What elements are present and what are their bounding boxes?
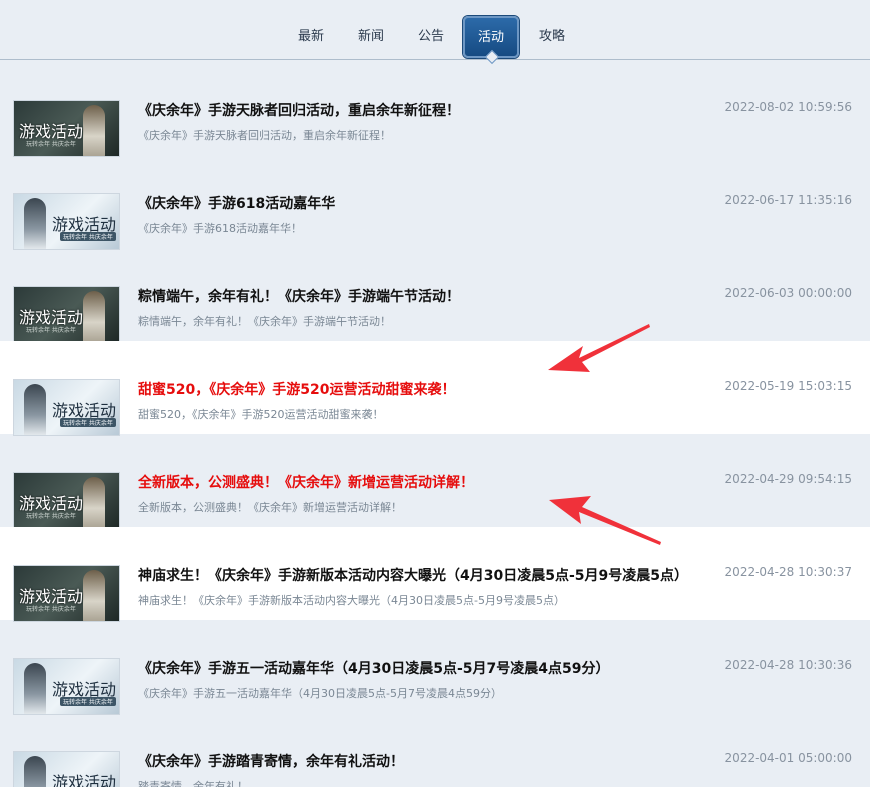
article-summary: 神庙求生！《庆余年》手游新版本活动内容大曝光（4月30日凌晨5点-5月9号凌晨5… (138, 594, 565, 607)
article-title[interactable]: 粽情端午，余年有礼！《庆余年》手游端午节活动！ (138, 286, 730, 306)
character-figure-icon (24, 756, 46, 787)
thumbnail-subtitle: 玩转余年 共庆余年 (26, 327, 76, 334)
thumbnail-title: 游戏活动 (52, 773, 117, 787)
article-thumbnail[interactable]: 游戏活动 玩转余年 共庆余年 (13, 100, 120, 157)
article-date: 2022-06-03 00:00:00 (724, 286, 852, 300)
character-figure-icon (83, 105, 105, 156)
thumbnail-subtitle: 玩转余年 共庆余年 (60, 232, 116, 241)
article-date: 2022-05-19 15:03:15 (724, 379, 852, 393)
article-thumbnail[interactable]: 游戏活动 玩转余年 共庆余年 (13, 379, 120, 436)
article-title[interactable]: 全新版本，公测盛典！《庆余年》新增运营活动详解！ (138, 472, 730, 492)
article-title[interactable]: 神庙求生！《庆余年》手游新版本活动内容大曝光（4月30日凌晨5点-5月9号凌晨5… (138, 565, 730, 585)
article-date: 2022-04-01 05:00:00 (724, 751, 852, 765)
thumbnail-subtitle: 玩转余年 共庆余年 (26, 141, 76, 148)
article-summary: 全新版本，公测盛典！《庆余年》新增运营活动详解！ (138, 501, 402, 514)
character-figure-icon (83, 477, 105, 528)
article-date: 2022-06-17 11:35:16 (724, 193, 852, 207)
article-title[interactable]: 《庆余年》手游618活动嘉年华 (138, 193, 730, 213)
article-thumbnail[interactable]: 游戏活动 玩转余年 共庆余年 (13, 751, 120, 787)
thumbnail-subtitle: 玩转余年 共庆余年 (60, 418, 116, 427)
article-row[interactable]: 游戏活动 玩转余年 共庆余年 《庆余年》手游五一活动嘉年华（4月30日凌晨5点-… (0, 620, 870, 715)
article-list: 游戏活动 玩转余年 共庆余年 《庆余年》手游天脉者回归活动，重启余年新征程！ 《… (0, 62, 870, 787)
article-date: 2022-08-02 10:59:56 (724, 100, 852, 114)
tab-news[interactable]: 新闻 (358, 17, 384, 57)
article-row[interactable]: 游戏活动 玩转余年 共庆余年 《庆余年》手游天脉者回归活动，重启余年新征程！ 《… (0, 62, 870, 157)
article-title[interactable]: 《庆余年》手游踏青寄情，余年有礼活动！ (138, 751, 730, 771)
thumbnail-subtitle: 玩转余年 共庆余年 (26, 606, 76, 613)
character-figure-icon (83, 570, 105, 621)
category-tab-bar: 最新 新闻 公告 活动 攻略 (0, 0, 870, 60)
article-row-highlighted[interactable]: 游戏活动 玩转余年 共庆余年 甜蜜520，《庆余年》手游520运营活动甜蜜来袭！… (0, 341, 870, 436)
article-thumbnail[interactable]: 游戏活动 玩转余年 共庆余年 (13, 193, 120, 250)
article-row[interactable]: 游戏活动 玩转余年 共庆余年 粽情端午，余年有礼！《庆余年》手游端午节活动！ 粽… (0, 248, 870, 343)
article-summary: 甜蜜520，《庆余年》手游520运营活动甜蜜来袭！ (138, 408, 384, 421)
character-figure-icon (24, 384, 46, 435)
tab-latest[interactable]: 最新 (298, 17, 324, 57)
article-row[interactable]: 游戏活动 玩转余年 共庆余年 《庆余年》手游踏青寄情，余年有礼活动！ 踏青寄情，… (0, 713, 870, 787)
character-figure-icon (24, 198, 46, 249)
character-figure-icon (83, 291, 105, 342)
article-row[interactable]: 游戏活动 玩转余年 共庆余年 《庆余年》手游618活动嘉年华 《庆余年》手游61… (0, 155, 870, 250)
character-figure-icon (24, 663, 46, 714)
article-date: 2022-04-28 10:30:36 (724, 658, 852, 672)
article-thumbnail[interactable]: 游戏活动 玩转余年 共庆余年 (13, 286, 120, 343)
thumbnail-subtitle: 玩转余年 共庆余年 (26, 513, 76, 520)
article-date: 2022-04-29 09:54:15 (724, 472, 852, 486)
article-date: 2022-04-28 10:30:37 (724, 565, 852, 579)
article-row[interactable]: 游戏活动 玩转余年 共庆余年 神庙求生！《庆余年》手游新版本活动内容大曝光（4月… (0, 527, 870, 622)
article-summary: 《庆余年》手游天脉者回归活动，重启余年新征程！ (138, 129, 391, 142)
article-summary: 《庆余年》手游618活动嘉年华！ (138, 222, 302, 235)
thumbnail-subtitle: 玩转余年 共庆余年 (60, 697, 116, 706)
article-title[interactable]: 《庆余年》手游天脉者回归活动，重启余年新征程！ (138, 100, 730, 120)
tab-events[interactable]: 活动 (463, 16, 519, 58)
tab-guides[interactable]: 攻略 (539, 17, 565, 57)
article-thumbnail[interactable]: 游戏活动 玩转余年 共庆余年 (13, 658, 120, 715)
article-summary: 踏青寄情，余年有礼！ (138, 780, 248, 787)
article-summary: 粽情端午，余年有礼！《庆余年》手游端午节活动！ (138, 315, 391, 328)
article-title[interactable]: 甜蜜520，《庆余年》手游520运营活动甜蜜来袭！ (138, 379, 730, 399)
article-thumbnail[interactable]: 游戏活动 玩转余年 共庆余年 (13, 565, 120, 622)
tab-announcement[interactable]: 公告 (418, 17, 444, 57)
article-title[interactable]: 《庆余年》手游五一活动嘉年华（4月30日凌晨5点-5月7号凌晨4点59分） (138, 658, 730, 678)
article-summary: 《庆余年》手游五一活动嘉年华（4月30日凌晨5点-5月7号凌晨4点59分） (138, 687, 502, 700)
article-row-highlighted[interactable]: 游戏活动 玩转余年 共庆余年 全新版本，公测盛典！《庆余年》新增运营活动详解！ … (0, 434, 870, 529)
article-thumbnail[interactable]: 游戏活动 玩转余年 共庆余年 (13, 472, 120, 529)
